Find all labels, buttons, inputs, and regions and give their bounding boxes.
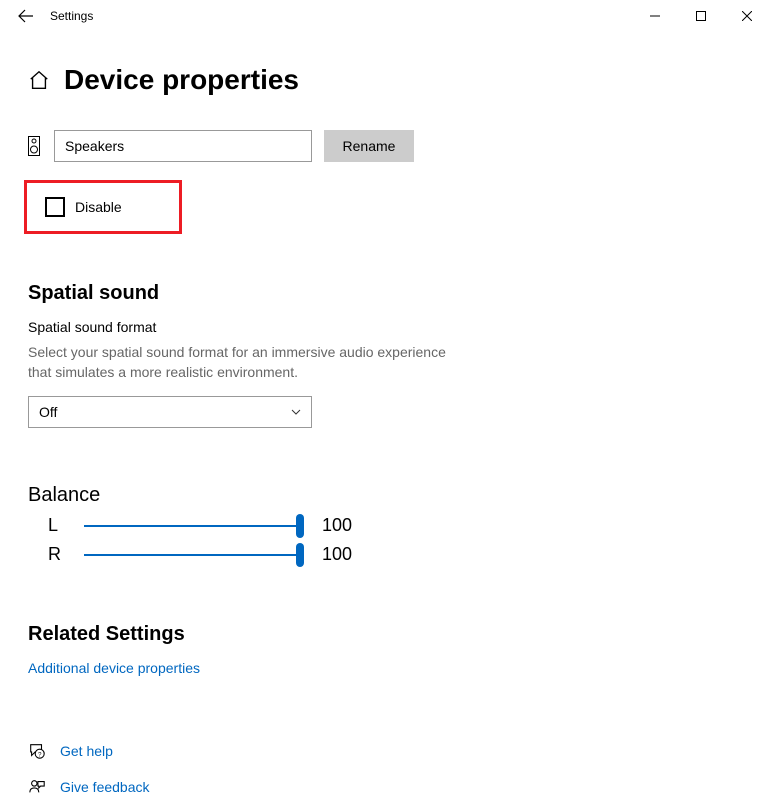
related-settings-heading: Related Settings bbox=[28, 623, 742, 646]
maximize-icon bbox=[696, 11, 706, 21]
balance-left-value: 100 bbox=[322, 515, 352, 536]
close-icon bbox=[742, 11, 752, 21]
balance-right-slider[interactable] bbox=[84, 554, 300, 556]
get-help-link[interactable]: Get help bbox=[60, 743, 113, 759]
window-title: Settings bbox=[50, 9, 93, 23]
chat-icon: ? bbox=[28, 742, 46, 760]
minimize-icon bbox=[650, 11, 660, 21]
balance-left-label: L bbox=[48, 515, 70, 536]
balance-right-value: 100 bbox=[322, 544, 352, 565]
balance-heading: Balance bbox=[28, 484, 742, 507]
arrow-left-icon bbox=[18, 8, 34, 24]
home-icon[interactable] bbox=[28, 69, 50, 91]
svg-text:?: ? bbox=[38, 752, 42, 759]
maximize-button[interactable] bbox=[678, 0, 724, 32]
device-name-input[interactable] bbox=[54, 130, 312, 162]
slider-thumb[interactable] bbox=[296, 514, 304, 538]
spatial-sound-helper: Select your spatial sound format for an … bbox=[28, 343, 468, 382]
spatial-sound-dropdown[interactable]: Off bbox=[28, 396, 312, 428]
disable-label: Disable bbox=[75, 199, 122, 215]
additional-device-properties-link[interactable]: Additional device properties bbox=[28, 660, 200, 676]
spatial-sound-value: Off bbox=[39, 404, 57, 420]
close-button[interactable] bbox=[724, 0, 770, 32]
give-feedback-link[interactable]: Give feedback bbox=[60, 779, 150, 795]
minimize-button[interactable] bbox=[632, 0, 678, 32]
speaker-icon bbox=[28, 136, 40, 156]
slider-thumb[interactable] bbox=[296, 543, 304, 567]
page-title: Device properties bbox=[64, 64, 299, 96]
balance-left-slider[interactable] bbox=[84, 525, 300, 527]
spatial-sound-heading: Spatial sound bbox=[28, 282, 742, 305]
feedback-icon bbox=[28, 778, 46, 796]
chevron-down-icon bbox=[291, 407, 301, 417]
spatial-sound-format-label: Spatial sound format bbox=[28, 319, 742, 335]
back-button[interactable] bbox=[12, 2, 40, 30]
rename-button[interactable]: Rename bbox=[324, 130, 414, 162]
disable-checkbox[interactable] bbox=[45, 197, 65, 217]
disable-checkbox-highlight: Disable bbox=[24, 180, 182, 234]
balance-right-label: R bbox=[48, 544, 70, 565]
